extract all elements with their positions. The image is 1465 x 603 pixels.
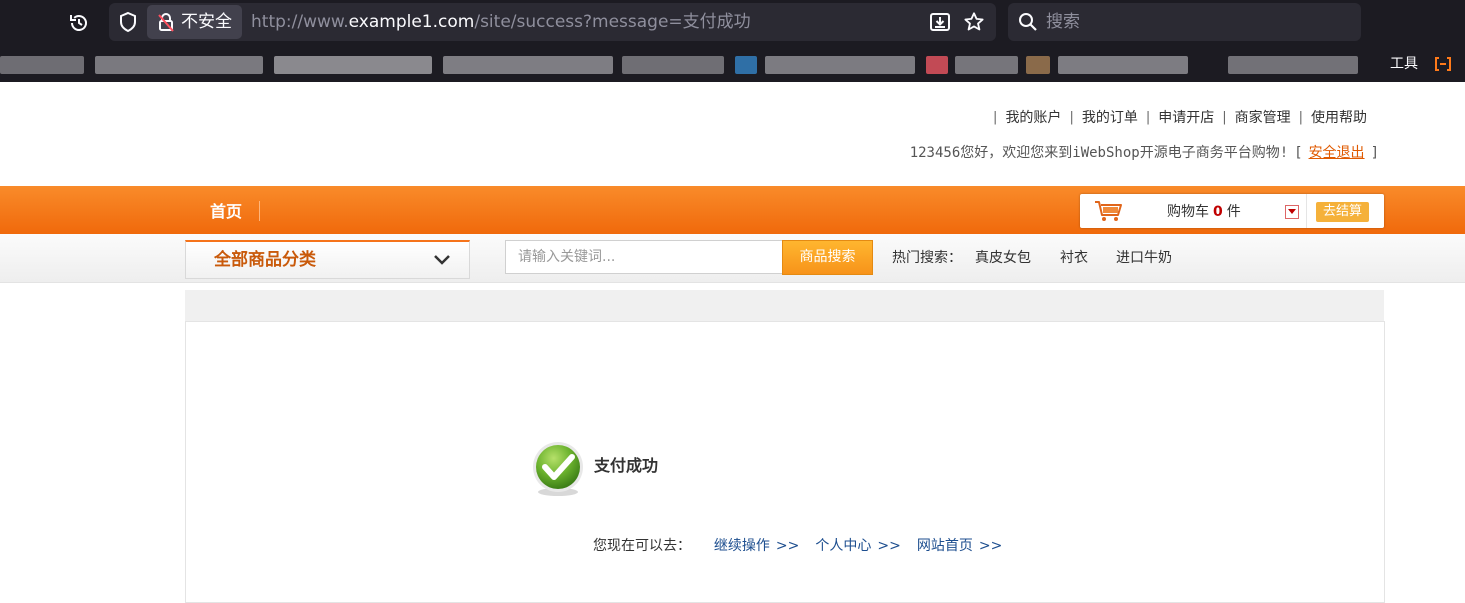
top-link-my-account[interactable]: 我的账户 (1005, 107, 1061, 127)
continue-link[interactable]: 继续操作 (714, 538, 770, 554)
hot-search-label: 热门搜索： (892, 250, 962, 266)
page-content: | 我的账户 | 我的订单 | 申请开店 | 商家管理 | 使用帮助 12345… (0, 82, 1465, 603)
bookmark-item[interactable] (622, 56, 724, 74)
url-path: /site/success?message=支付成功 (474, 12, 751, 32)
product-search-button[interactable]: 商品搜索 (782, 240, 873, 275)
bookmark-item[interactable] (735, 56, 757, 74)
tools-icon[interactable] (1433, 55, 1453, 73)
shield-icon[interactable] (117, 11, 139, 33)
top-link-open-shop[interactable]: 申请开店 (1158, 107, 1214, 127)
browser-toolbar: 不安全 http://www.example1.com/site/success… (0, 0, 1465, 46)
cart-widget[interactable]: 购物车 0 件 去结算 (1080, 194, 1384, 228)
nav-divider (259, 201, 260, 221)
url-text[interactable]: http://www.example1.com/site/success?mes… (251, 3, 751, 41)
url-host: example1.com (348, 12, 475, 32)
next-actions: 您现在可以去： 继续操作 >> 个人中心 >> 网站首页 >> (593, 538, 1003, 554)
history-icon[interactable] (64, 8, 94, 38)
chevron-down-icon (434, 255, 450, 265)
hot-keyword[interactable]: 真皮女包 (975, 234, 1031, 282)
insecure-label: 不安全 (181, 12, 232, 32)
hot-keyword[interactable]: 进口牛奶 (1116, 234, 1172, 282)
next-actions-label: 您现在可以去： (593, 538, 691, 554)
browser-search-placeholder: 搜索 (1046, 12, 1080, 32)
bookmark-item[interactable] (95, 56, 263, 74)
top-link-seller-admin[interactable]: 商家管理 (1235, 107, 1291, 127)
search-icon (1019, 13, 1037, 31)
url-bar[interactable]: 不安全 http://www.example1.com/site/success… (109, 3, 996, 41)
bookmarks-bar: 工具 (0, 46, 1465, 82)
result-title: 支付成功 (594, 456, 659, 475)
nav-home[interactable]: 首页 (210, 186, 242, 238)
checkout-button[interactable]: 去结算 (1316, 202, 1369, 222)
cart-dropdown-icon[interactable] (1285, 205, 1299, 219)
top-link-my-orders[interactable]: 我的订单 (1082, 107, 1138, 127)
cart-count: 0 (1213, 204, 1223, 220)
breadcrumb-strip (185, 290, 1384, 322)
logout-link[interactable]: 安全退出 (1309, 145, 1365, 161)
bookmark-item[interactable] (1058, 56, 1188, 74)
site-home-link[interactable]: 网站首页 (917, 538, 973, 554)
download-icon[interactable] (928, 11, 952, 33)
top-links: | 我的账户 | 我的订单 | 申请开店 | 商家管理 | 使用帮助 (985, 107, 1367, 127)
bookmark-item[interactable] (1228, 56, 1358, 74)
success-check-icon (533, 442, 583, 496)
insecure-indicator[interactable]: 不安全 (147, 5, 242, 39)
bookmark-item[interactable] (1026, 56, 1050, 74)
welcome-text: 123456您好，欢迎您来到iWebShop开源电子商务平台购物! (909, 145, 1289, 161)
main-nav-bar: 首页 购物车 0 件 去结算 (0, 186, 1465, 234)
bookmark-item[interactable] (955, 56, 1018, 74)
result-panel: 支付成功 您现在可以去： 继续操作 >> 个人中心 >> 网站首页 >> (185, 321, 1385, 603)
insecure-lock-icon (155, 11, 177, 33)
bookmark-item[interactable] (274, 56, 432, 74)
cart-summary: 购物车 0 件 (1167, 204, 1241, 220)
browser-search-bar[interactable]: 搜索 (1008, 3, 1361, 41)
user-center-link[interactable]: 个人中心 (815, 538, 871, 554)
shopping-cart-icon (1095, 201, 1122, 221)
bookmark-item[interactable] (0, 56, 84, 74)
category-dropdown[interactable]: 全部商品分类 (185, 240, 470, 279)
tools-label[interactable]: 工具 (1390, 46, 1418, 82)
bookmark-item[interactable] (926, 56, 948, 74)
bookmark-item[interactable] (765, 56, 915, 74)
url-prefix: http://www. (251, 12, 349, 32)
hot-keyword[interactable]: 衬衣 (1060, 234, 1088, 282)
bookmark-item[interactable] (443, 56, 613, 74)
welcome-message: 123456您好，欢迎您来到iWebShop开源电子商务平台购物![安全退出] (909, 145, 1379, 161)
product-search-input[interactable] (505, 240, 782, 274)
category-dropdown-label: 全部商品分类 (214, 250, 316, 270)
top-link-help[interactable]: 使用帮助 (1311, 107, 1367, 127)
star-icon[interactable] (962, 10, 986, 34)
search-row: 全部商品分类 商品搜索 热门搜索： 真皮女包 衬衣 进口牛奶 (0, 234, 1465, 283)
